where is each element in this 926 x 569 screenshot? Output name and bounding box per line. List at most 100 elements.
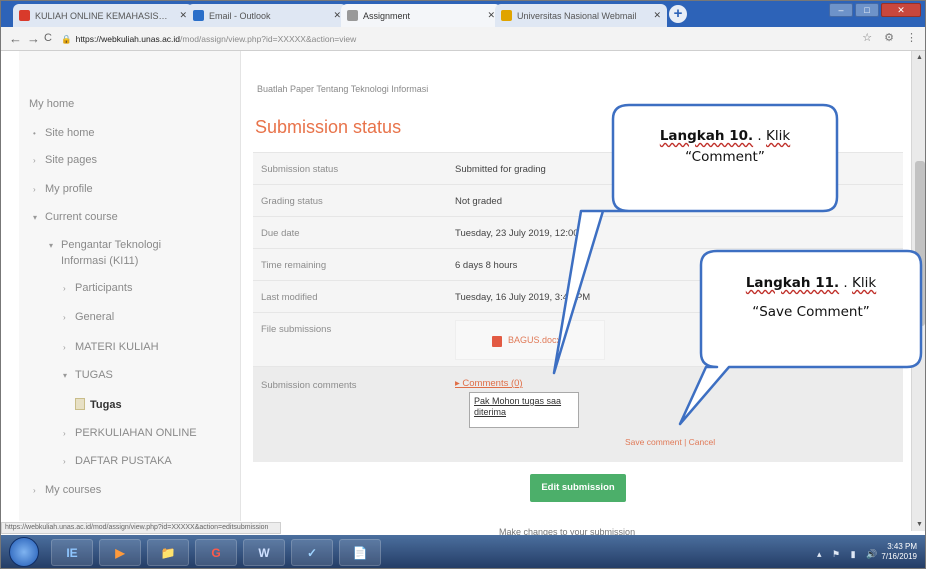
sidebar-navigation: My home • Site home › Site pages › My profi… (19, 51, 241, 521)
sidebar-item-pengantar-teknologi[interactable]: ▾ Pengantar Teknologi (49, 239, 161, 251)
clock[interactable]: 3:43 PM 7/16/2019 (881, 542, 917, 562)
tab-close-icon[interactable]: ✕ (653, 10, 661, 21)
callout-action-word: Klik (852, 275, 877, 291)
sidebar-item-tugas-assignment[interactable]: Tugas (75, 398, 122, 411)
table-row: Due date Tuesday, 23 July 2019, 12:00 AM (253, 216, 903, 248)
sidebar-item-label: My home (29, 98, 75, 110)
sidebar-item-daftar-pustaka[interactable]: › DAFTAR PUSTAKA (63, 455, 172, 467)
tab-webmail[interactable]: Universitas Nasional Webmail ✕ (495, 4, 667, 27)
chrome-icon[interactable]: G (195, 539, 237, 566)
screenshot-root: KULIAH ONLINE KEMAHASISWAAN ✕ Email - Ou… (0, 0, 926, 569)
sidebar-item-site-pages[interactable]: › Site pages (33, 154, 97, 166)
row-label: Grading status (261, 196, 323, 207)
document-file-icon (492, 336, 502, 347)
tray-icons[interactable]: ▴ ⚑ ▮ 🔊 (817, 549, 881, 560)
extension-icon[interactable]: ⚙ (884, 31, 894, 44)
media-player-icon[interactable]: ▶ (99, 539, 141, 566)
tab-close-icon[interactable]: ✕ (333, 10, 341, 21)
clock-time: 3:43 PM (887, 542, 917, 551)
callout-separator: . (753, 128, 766, 144)
maximize-button[interactable]: □ (855, 3, 879, 17)
close-window-button[interactable]: ✕ (881, 3, 921, 17)
callout-step-label: Langkah 10. (659, 128, 754, 144)
moodle-favicon-icon (19, 10, 30, 21)
tab-close-icon[interactable]: ✕ (179, 10, 187, 21)
sidebar-item-participants[interactable]: › Participants (63, 282, 132, 294)
sidebar-item-label: Tugas (90, 399, 122, 411)
internet-explorer-icon[interactable]: IE (51, 539, 93, 566)
address-bar-icons: ☆ ⚙ ⋮ (862, 31, 917, 44)
chevron-right-icon: › (63, 457, 66, 466)
comment-textarea[interactable]: Pak Mohon tugas saa diterima (469, 392, 579, 428)
chevron-down-icon: ▾ (63, 371, 68, 380)
sidebar-item-label: General (75, 311, 115, 323)
chevron-right-icon: › (63, 313, 66, 322)
sidebar-item-label: Informasi (KI11) (61, 255, 139, 267)
tab-close-icon[interactable]: ✕ (487, 10, 495, 21)
tab-label: KULIAH ONLINE KEMAHASISWAAN (35, 10, 176, 21)
menu-kebab-icon[interactable]: ⋮ (906, 31, 917, 44)
page-title: Submission status (255, 117, 402, 137)
window-controls: – □ ✕ (829, 3, 921, 19)
sidebar-item-my-home[interactable]: My home (29, 98, 74, 110)
sidebar-item-my-courses[interactable]: › My courses (33, 484, 101, 496)
start-button[interactable] (9, 537, 39, 567)
forward-arrow-icon[interactable]: → (27, 31, 40, 46)
row-value: Not graded (455, 196, 503, 207)
row-label: Last modified (261, 292, 318, 303)
url-field[interactable]: 🔒 https://webkuliah.unas.ac.id/mod/assign… (61, 31, 681, 47)
edit-submission-button[interactable]: Edit submission (530, 474, 626, 502)
save-comment-link[interactable]: Save comment (625, 437, 682, 447)
back-arrow-icon[interactable]: ← (9, 31, 22, 46)
sidebar-item-label: My profile (45, 183, 93, 195)
callout-target: “Comment” (685, 149, 765, 165)
sidebar-item-perkuliahan-online[interactable]: › PERKULIAHAN ONLINE (63, 427, 197, 439)
browser-tab-bar: KULIAH ONLINE KEMAHASISWAAN ✕ Email - Ou… (1, 1, 925, 27)
tab-email-outlook[interactable]: Email - Outlook ✕ (187, 4, 347, 27)
sidebar-item-tugas-section[interactable]: ▾ TUGAS (63, 369, 113, 381)
callout-separator: . (839, 275, 852, 291)
sidebar-item-label: MATERI KULIAH (75, 341, 159, 353)
row-label: Submission status (261, 164, 339, 175)
lock-icon: 🔒 (61, 34, 72, 44)
sidebar-item-materi-kuliah[interactable]: › MATERI KULIAH (63, 341, 159, 353)
sidebar-item-course-code[interactable]: Informasi (KI11) (61, 255, 138, 267)
sidebar-item-label: PERKULIAHAN ONLINE (75, 427, 197, 439)
callout-step-label: Langkah 11. (745, 275, 840, 291)
comment-text: Pak Mohon tugas saa diterima (474, 396, 562, 417)
document-app-icon[interactable]: 📄 (339, 539, 381, 566)
sidebar-item-label: TUGAS (75, 369, 113, 381)
tab-kuliah-online[interactable]: KULIAH ONLINE KEMAHASISWAAN ✕ (13, 4, 193, 27)
assignment-favicon-icon (347, 10, 358, 21)
assignment-title: Buatlah Paper Tentang Teknologi Informas… (257, 84, 429, 94)
cancel-comment-link[interactable]: Cancel (689, 437, 715, 447)
file-link[interactable]: BAGUS.docx (508, 335, 561, 345)
comments-toggle-link[interactable]: ▸ Comments (0) (455, 378, 523, 389)
tab-label: Universitas Nasional Webmail (517, 10, 637, 21)
bookmark-star-icon[interactable]: ☆ (862, 31, 872, 44)
chevron-right-icon: › (33, 156, 36, 165)
bullet-icon: • (33, 129, 36, 138)
sidebar-item-my-profile[interactable]: › My profile (33, 183, 93, 195)
sidebar-item-label: Current course (45, 211, 118, 223)
sidebar-item-label: Site home (45, 127, 95, 139)
scroll-down-arrow-icon[interactable]: ▼ (916, 521, 923, 528)
row-label: Due date (261, 228, 300, 239)
file-explorer-icon[interactable]: 📁 (147, 539, 189, 566)
snipping-tool-icon[interactable]: ✓ (291, 539, 333, 566)
sidebar-item-site-home[interactable]: • Site home (33, 127, 95, 139)
scroll-up-arrow-icon[interactable]: ▲ (916, 54, 923, 61)
tab-label: Assignment (363, 10, 411, 21)
word-icon[interactable]: W (243, 539, 285, 566)
tab-assignment[interactable]: Assignment ✕ (341, 4, 501, 27)
sidebar-item-label: My courses (45, 484, 102, 496)
new-tab-button[interactable]: + (669, 5, 687, 23)
reload-icon[interactable]: C (44, 32, 52, 44)
sidebar-item-general[interactable]: › General (63, 311, 114, 323)
assignment-icon (75, 398, 85, 410)
minimize-button[interactable]: – (829, 3, 853, 17)
row-label: Time remaining (261, 260, 327, 271)
sidebar-item-label: DAFTAR PUSTAKA (75, 455, 172, 467)
sidebar-item-current-course[interactable]: ▾ Current course (33, 211, 118, 223)
sidebar-item-label: Site pages (45, 154, 97, 166)
